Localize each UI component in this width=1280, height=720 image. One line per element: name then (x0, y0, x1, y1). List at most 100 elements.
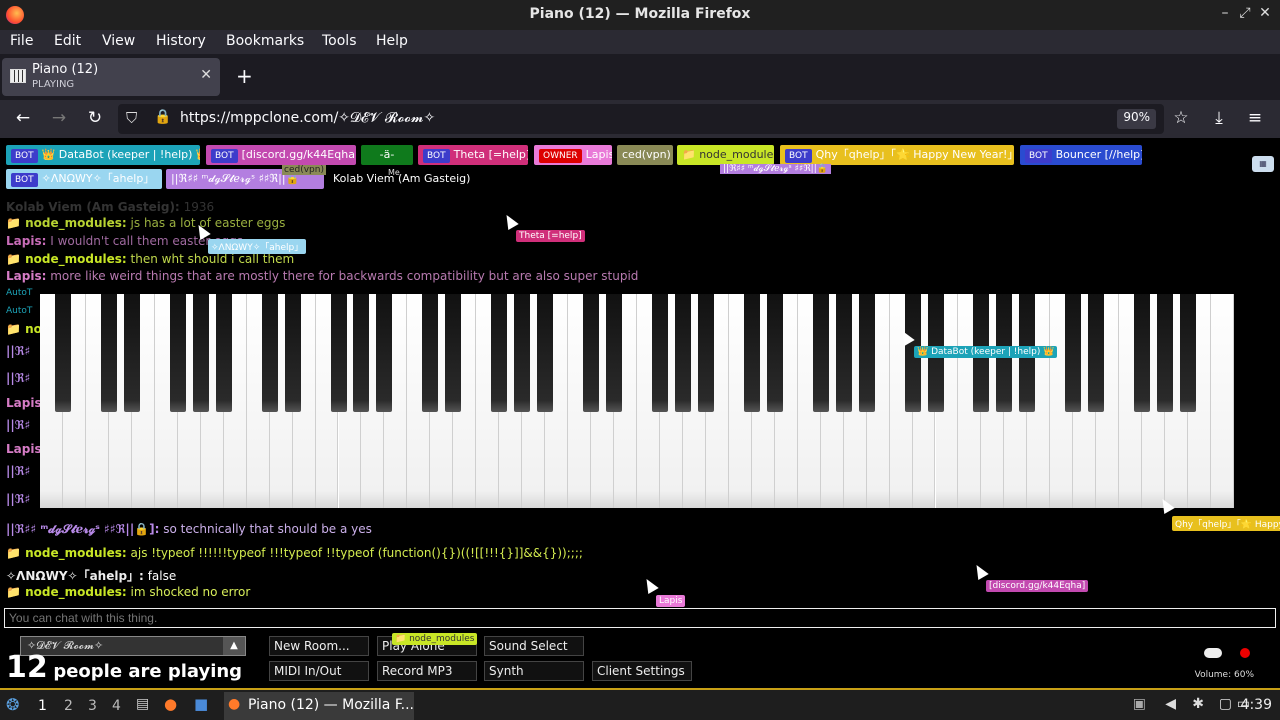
chat-author: 📁 node_modules: (6, 546, 127, 560)
piano-black-key[interactable] (54, 294, 71, 412)
piano-black-key[interactable] (1088, 294, 1105, 412)
piano-black-key[interactable] (858, 294, 875, 412)
user-node-modules[interactable]: 📁 node_modules (677, 145, 774, 165)
user-name: Lapis (585, 148, 612, 161)
piano-black-key[interactable] (674, 294, 691, 412)
piano-black-key[interactable] (491, 294, 508, 412)
bluetooth-icon[interactable]: ✱ (1192, 696, 1204, 712)
user-ced[interactable]: ced(vpn) (617, 145, 673, 165)
user-bouncer[interactable]: BOT Bouncer [//help] (1020, 145, 1142, 165)
terminal-icon[interactable]: ■ (194, 695, 208, 713)
piano-black-key[interactable] (215, 294, 232, 412)
piano-black-key[interactable] (606, 294, 623, 412)
piano-black-key[interactable] (123, 294, 140, 412)
expand-users-icon[interactable]: ▦ (1252, 156, 1274, 172)
piano-black-key[interactable] (1065, 294, 1082, 412)
piano-black-key[interactable] (100, 294, 117, 412)
piano-black-key[interactable] (376, 294, 393, 412)
start-menu-icon[interactable]: ❂ (6, 695, 19, 714)
file-manager-icon[interactable]: ▤ (136, 696, 149, 712)
lock-icon[interactable]: 🔒 (154, 109, 171, 125)
owner-badge: OWNER (539, 149, 582, 163)
new-room-button[interactable]: New Room... (269, 636, 369, 656)
piano-black-key[interactable] (766, 294, 783, 412)
close-tab-icon[interactable]: ✕ (200, 67, 212, 83)
user-theta[interactable]: BOT Theta [=help] (418, 145, 528, 165)
piano-black-key[interactable] (284, 294, 301, 412)
chat-message: 📁 node_modules: im shocked no error (6, 585, 250, 599)
synth-button[interactable]: Synth (484, 661, 584, 681)
user-databot[interactable]: BOT 👑 DataBot (keeper | !help) 👑 (6, 145, 200, 165)
piano-black-key[interactable] (422, 294, 439, 412)
volume-slider-knob[interactable] (1204, 648, 1222, 658)
menu-history[interactable]: History (156, 33, 206, 49)
workspace-3[interactable]: 3 (88, 698, 97, 714)
menu-file[interactable]: File (10, 33, 33, 49)
sound-select-button[interactable]: Sound Select (484, 636, 584, 656)
chat-author: 📁 node_modules: (6, 252, 127, 266)
menu-view[interactable]: View (102, 33, 135, 49)
url-bar[interactable]: ⛉ 🔒 https://mppclone.com/✧𝓓𝓔𝓥 𝓡𝓸𝓸𝓶✧ 90% (118, 104, 1164, 134)
zoom-level[interactable]: 90% (1117, 109, 1156, 129)
piano-black-key[interactable] (330, 294, 347, 412)
user-qhy[interactable]: BOT Qhy「qhelp」「🌟 Happy New Year!」 (780, 145, 1014, 165)
close-window-icon[interactable]: ✕ (1256, 5, 1274, 21)
menu-tools[interactable]: Tools (322, 33, 357, 49)
app-menu-icon[interactable]: ≡ (1244, 108, 1266, 128)
mini-label-mdg: ||ℜ♯♯ ᵐ𝓭ℊ𝓢𝓽ℯ𝓻ℊˢ ♯♯ℜ||🔒 (720, 164, 831, 174)
piano-black-key[interactable] (445, 294, 462, 412)
midi-in-out-button[interactable]: MIDI In/Out (269, 661, 369, 681)
clipboard-icon[interactable]: ▣ (1133, 696, 1146, 712)
workspace-4[interactable]: 4 (112, 698, 121, 714)
workspace-2[interactable]: 2 (64, 698, 73, 714)
firefox-icon[interactable]: ● (164, 695, 177, 713)
user-discord[interactable]: BOT [discord.gg/k44Eqha] (206, 145, 356, 165)
piano-black-key[interactable] (261, 294, 278, 412)
minimize-icon[interactable]: – (1216, 5, 1234, 21)
user-anowy[interactable]: BOT ✧ΛNΩWY✧「ahelp」 (6, 169, 162, 189)
tab-piano[interactable]: Piano (12) PLAYING ✕ (2, 58, 220, 96)
piano-black-key[interactable] (1134, 294, 1151, 412)
url-text[interactable]: https://mppclone.com/✧𝓓𝓔𝓥 𝓡𝓸𝓸𝓶✧ (180, 110, 435, 126)
piano-black-key[interactable] (514, 294, 531, 412)
piano-black-key[interactable] (697, 294, 714, 412)
piano-black-key[interactable] (537, 294, 554, 412)
workspace-1[interactable]: 1 (38, 698, 47, 714)
piano-white-key[interactable] (1211, 294, 1234, 508)
back-icon[interactable]: ← (12, 108, 34, 128)
volume-icon[interactable]: ◀ (1165, 696, 1176, 712)
piano-black-key[interactable] (651, 294, 668, 412)
piano-black-key[interactable] (743, 294, 760, 412)
chat-input[interactable] (4, 608, 1276, 628)
bookmark-star-icon[interactable]: ☆ (1170, 108, 1192, 128)
chat-author: ✧ΛNΩWY✧「ahelp」: (6, 569, 144, 583)
taskbar-firefox-window[interactable]: ● Piano (12) — Mozilla F... (224, 692, 414, 720)
piano-black-key[interactable] (192, 294, 209, 412)
record-mp3-button[interactable]: Record MP3 (377, 661, 477, 681)
reload-icon[interactable]: ↻ (84, 108, 106, 128)
menu-bookmarks[interactable]: Bookmarks (226, 33, 304, 49)
menu-bar: File Edit View History Bookmarks Tools H… (0, 30, 1280, 54)
user-lapis[interactable]: OWNER Lapis (534, 145, 612, 165)
maximize-icon[interactable]: ⤢ (1236, 5, 1254, 21)
files-icon[interactable]: ▢ (1219, 696, 1232, 712)
piano-black-key[interactable] (169, 294, 186, 412)
piano-black-key[interactable] (812, 294, 829, 412)
piano-black-key[interactable] (835, 294, 852, 412)
user-kolab[interactable]: Kolab Viem (Am Gasteig) (328, 169, 498, 189)
piano-black-key[interactable] (353, 294, 370, 412)
client-settings-button[interactable]: Client Settings (592, 661, 692, 681)
downloads-icon[interactable]: ⤓ (1208, 108, 1230, 128)
menu-help[interactable]: Help (376, 33, 408, 49)
shield-icon[interactable]: ⛉ (126, 109, 137, 127)
forward-icon[interactable]: → (48, 108, 70, 128)
cursor-label-theta: Theta [=help] (516, 230, 585, 242)
piano-black-key[interactable] (1180, 294, 1197, 412)
piano-black-key[interactable] (1157, 294, 1174, 412)
piano-black-key[interactable] (583, 294, 600, 412)
new-tab-icon[interactable]: + (236, 64, 253, 88)
menu-edit[interactable]: Edit (54, 33, 81, 49)
user-a[interactable]: -ä- (361, 145, 413, 165)
clock: 4:39 (1240, 697, 1272, 713)
piano-keyboard[interactable] (40, 294, 1234, 508)
